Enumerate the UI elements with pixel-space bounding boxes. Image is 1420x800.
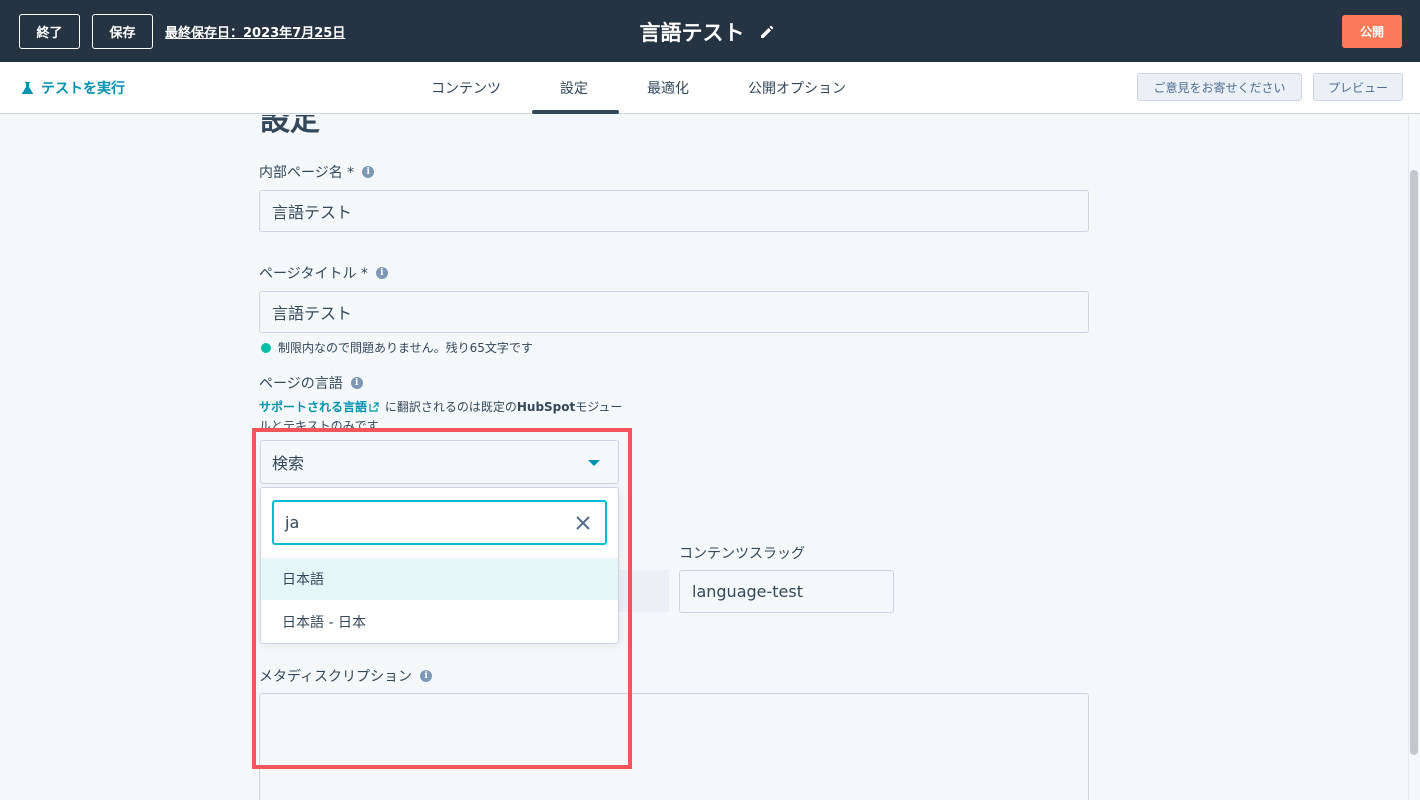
last-saved-link[interactable]: 最終保存日：2023年7月25日	[165, 22, 345, 41]
content-slug-input[interactable]: language-test	[679, 570, 894, 613]
info-icon[interactable]: i	[350, 377, 363, 389]
tab-optimize[interactable]: 最適化	[647, 78, 689, 98]
content-slug-label: コンテンツスラッグ	[679, 546, 805, 562]
internal-name-input[interactable]: 言語テスト	[259, 190, 1089, 232]
language-help-brand: HubSpot	[516, 400, 576, 414]
feedback-button[interactable]: ご意見をお寄せください	[1137, 73, 1302, 101]
page-language-label: ページの言語 i	[259, 373, 363, 393]
exit-button[interactable]: 終了	[19, 14, 80, 49]
page-title-label: ページタイトル * i	[259, 263, 388, 283]
publish-button[interactable]: 公開	[1342, 15, 1402, 48]
info-icon[interactable]: i	[375, 267, 388, 279]
tab-contents[interactable]: コンテンツ	[431, 78, 501, 98]
info-icon[interactable]: i	[362, 166, 375, 178]
page-title-hint: 制限内なので問題ありません。残り65文字です	[261, 339, 533, 356]
status-dot-icon	[261, 342, 271, 353]
internal-name-label: 内部ページ名 * i	[259, 162, 375, 182]
document-title: 言語テスト	[639, 21, 745, 45]
scrollbar-thumb[interactable]	[1410, 170, 1418, 755]
page-title-input[interactable]: 言語テスト	[259, 291, 1089, 333]
language-help-text: サポートされる言語 に翻訳されるのは既定のHubSpotモジュールとテキストのみ…	[259, 398, 629, 428]
preview-button[interactable]: プレビュー	[1313, 73, 1403, 101]
active-tab-indicator	[532, 110, 619, 114]
settings-panel: 設定 内部ページ名 * i 言語テスト ページタイトル * i 言語テスト 制限…	[0, 115, 1408, 800]
editor-tabs-bar: テストを実行 コンテンツ 設定 最適化 公開オプション ご意見をお寄せください …	[0, 62, 1420, 114]
tab-settings[interactable]: 設定	[560, 78, 588, 98]
pencil-icon[interactable]	[759, 24, 775, 40]
external-link-icon	[369, 402, 379, 412]
section-title: 設定	[260, 115, 320, 138]
save-button[interactable]: 保存	[92, 14, 153, 49]
editor-header: 終了 保存 最終保存日：2023年7月25日 言語テスト 公開	[0, 0, 1420, 62]
language-help-part-1: に翻訳されるのは既定の	[384, 400, 517, 414]
tab-publish-options[interactable]: 公開オプション	[748, 78, 846, 98]
page-title-label-text: ページタイトル *	[259, 266, 368, 282]
internal-name-label-text: 内部ページ名 *	[259, 165, 355, 181]
highlight-annotation-box	[252, 428, 632, 769]
page-title-hint-text: 制限内なので問題ありません。残り65文字です	[278, 341, 533, 355]
page-language-label-text: ページの言語	[259, 376, 343, 392]
supported-languages-link[interactable]: サポートされる言語	[259, 400, 367, 414]
